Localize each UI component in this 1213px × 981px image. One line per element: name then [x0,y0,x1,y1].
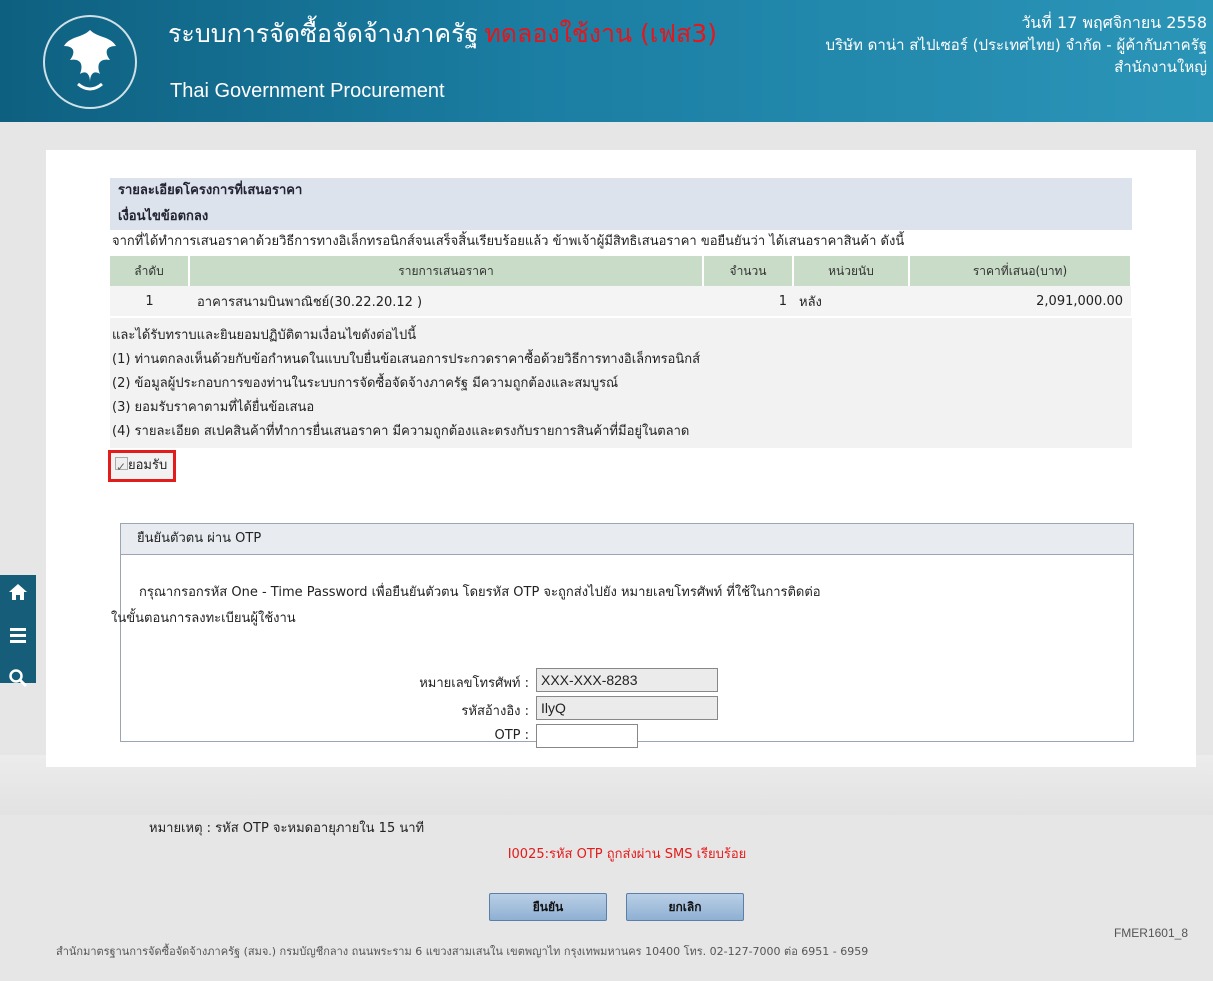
ref-row: รหัสอ้างอิง : IlyQ [121,696,1133,722]
table-header-row: ลำดับ รายการเสนอราคา จำนวน หน่วยนับ ราคา… [110,256,1132,286]
cell-price: 2,091,000.00 [909,286,1131,316]
accept-checkbox[interactable] [115,454,128,480]
phone-field: XXX-XXX-8283 [536,668,718,692]
ref-code-field: IlyQ [536,696,718,720]
trial-phase-label: ทดลองใช้งาน (เฟส3) [484,19,717,48]
term-item: (1) ท่านตกลงเห็นด้วยกับข้อกำหนดในแบบใบยื… [112,352,701,367]
table-row: 1 อาคารสนามบินพาณิชย์(30.22.20.12 ) 1 หล… [110,286,1131,316]
otp-description: กรุณากรอกรหัส One - Time Password เพื่อย… [111,580,1111,632]
branch-name: สำนักงานใหญ่ [1114,58,1207,76]
otp-input[interactable] [536,724,638,748]
current-date: วันที่ 17 พฤศจิกายน 2558 [1021,13,1207,32]
phone-label: หมายเลขโทรศัพท์ : [419,676,529,691]
system-name: ระบบการจัดซื้อจัดจ้างภาครัฐ [168,19,479,48]
system-subtitle: Thai Government Procurement [170,80,445,102]
phone-row: หมายเลขโทรศัพท์ : XXX-XXX-8283 [121,668,1133,694]
otp-row: OTP : [121,724,1133,750]
garuda-emblem-icon [43,15,137,109]
section-title: รายละเอียดโครงการที่เสนอราคา [110,178,1132,204]
cell-qty: 1 [703,286,793,316]
search-icon [9,669,28,688]
cell-no: 1 [110,286,189,316]
bid-items-table: ลำดับ รายการเสนอราคา จำนวน หน่วยนับ ราคา… [110,256,1132,316]
confirm-button[interactable]: ยืนยัน [489,893,607,921]
system-title: ระบบการจัดซื้อจัดจ้างภาครัฐ ทดลองใช้งาน (… [168,14,717,54]
terms-block: และได้รับทราบและยินยอมปฏิบัติตามเงื่อนไข… [110,318,1132,448]
conditions-title: เงื่อนไขข้อตกลง [110,204,1132,230]
home-icon [9,584,27,600]
company-name: บริษัท ดาน่า สไปเซอร์ (ประเทศไทย) จำกัด … [825,36,1207,54]
term-item: (3) ยอมรับราคาตามที่ได้ยื่นข้อเสนอ [112,400,315,415]
otp-note: หมายเหตุ : รหัส OTP จะหมดอายุภายใน 15 นา… [149,821,425,836]
col-header-no: ลำดับ [110,256,190,286]
otp-panel-title: ยืนยันตัวตน ผ่าน OTP [121,524,1133,555]
otp-description-line2: ในขั้นตอนการลงทะเบียนผู้ใช้งาน [111,611,296,626]
col-header-price: ราคาที่เสนอ(บาท) [909,256,1132,286]
otp-label: OTP : [494,728,529,743]
col-header-qty: จำนวน [703,256,794,286]
term-item: (4) รายละเอียด สเปคสินค้าที่ทำการยื่นเสน… [112,424,690,439]
home-button[interactable] [0,582,36,618]
cell-unit: หลัง [793,286,909,316]
term-item: (2) ข้อมูลผู้ประกอบการของท่านในระบบการจั… [112,376,619,391]
user-info: วันที่ 17 พฤศจิกายน 2558 บริษัท ดาน่า สไ… [826,12,1207,78]
otp-panel: ยืนยันตัวตน ผ่าน OTP กรุณากรอกรหัส One -… [111,523,1134,921]
app-header: ระบบการจัดซื้อจัดจ้างภาครัฐ ทดลองใช้งาน (… [0,0,1213,122]
otp-description-line1: กรุณากรอกรหัส One - Time Password เพื่อย… [139,585,821,600]
col-header-item: รายการเสนอราคา [189,256,704,286]
otp-sent-message: I0025:รหัส OTP ถูกส่งผ่าน SMS เรียบร้อย [507,847,747,862]
terms-intro: และได้รับทราบและยินยอมปฏิบัติตามเงื่อนไข… [112,328,417,343]
search-button[interactable] [0,668,36,704]
cell-item: อาคารสนามบินพาณิชย์(30.22.20.12 ) [189,286,703,316]
cancel-button[interactable]: ยกเลิก [626,893,744,921]
accept-checkbox-group[interactable]: ยอมรับ [108,450,177,482]
accept-label: ยอมรับ [128,458,168,473]
bid-details: รายละเอียดโครงการที่เสนอราคา เงื่อนไขข้อ… [108,178,1134,921]
quick-nav [0,575,36,688]
intro-text: จากที่ได้ทำการเสนอราคาด้วยวิธีการทางอิเล… [112,234,905,249]
col-header-unit: หน่วยนับ [793,256,910,286]
form-code: FMER1601_8 [1113,926,1188,940]
ref-code-label: รหัสอ้างอิง : [461,704,529,719]
menu-icon [10,628,26,643]
footer-address: สำนักมาตรฐานการจัดซื้อจัดจ้างภาครัฐ (สมจ… [56,945,869,958]
content-card: รายละเอียดโครงการที่เสนอราคา เงื่อนไขข้อ… [46,150,1196,958]
menu-button[interactable] [0,625,36,661]
